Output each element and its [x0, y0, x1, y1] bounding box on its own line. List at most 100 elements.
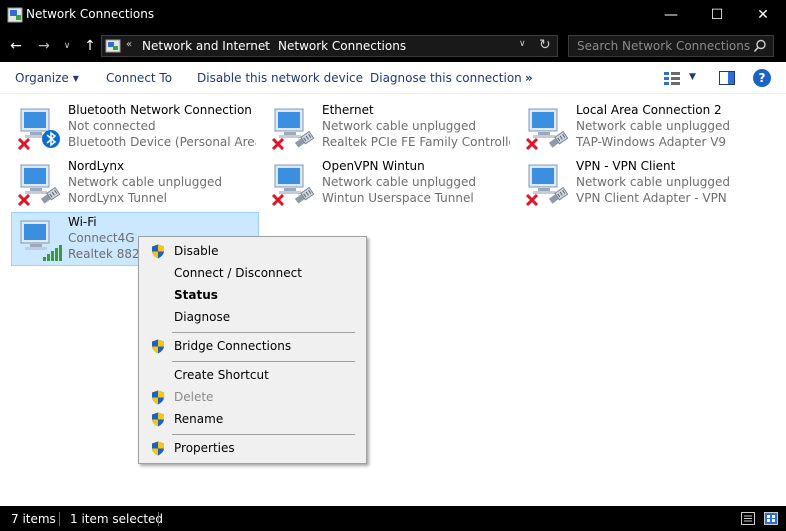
window-title: Network Connections: [26, 7, 155, 21]
connection-item-openvpn-wintun[interactable]: OpenVPN Wintun Network cable unplugged W…: [266, 157, 514, 211]
connection-item-vpn-client[interactable]: VPN - VPN Client Network cable unplugged…: [520, 157, 768, 211]
connection-status: Network cable unplugged: [68, 175, 223, 189]
bluetooth-network-adapter-icon: [17, 108, 60, 151]
connection-name: Bluetooth Network Connection: [68, 103, 252, 117]
maximize-button[interactable]: ☐: [694, 0, 740, 30]
context-menu: Disable Connect / Disconnect Status Diag…: [138, 236, 367, 464]
item-count: 7 items: [11, 512, 56, 526]
connection-item-bluetooth[interactable]: Bluetooth Network Connection Not connect…: [12, 101, 260, 155]
menu-separator: [172, 361, 355, 362]
search-icon[interactable]: [753, 39, 767, 53]
connection-device: Wintun Userspace Tunnel: [322, 191, 474, 205]
search-placeholder: Search Network Connections: [577, 39, 751, 53]
details-view-icon[interactable]: [741, 512, 755, 525]
address-dropdown-icon[interactable]: ∨: [519, 39, 526, 49]
menu-item-disable[interactable]: Disable: [141, 240, 364, 262]
menu-item-label: Disable: [174, 244, 219, 258]
uac-shield-icon: [152, 390, 164, 405]
menu-separator: [172, 332, 355, 333]
connection-status: Network cable unplugged: [576, 119, 731, 133]
connection-name: Local Area Connection 2: [576, 103, 722, 117]
menu-item-label: Create Shortcut: [174, 368, 269, 382]
connections-view: Bluetooth Network Connection Not connect…: [0, 94, 786, 506]
command-bar: Organize ▼ Connect To Disable this networ…: [0, 62, 786, 94]
menu-item-label: Properties: [174, 441, 235, 455]
breadcrumb-separator: ›: [264, 39, 268, 50]
menu-item-delete[interactable]: Delete: [141, 386, 364, 408]
connection-device: Bluetooth Device (Personal Area ...: [68, 135, 256, 149]
uac-shield-icon: [152, 244, 164, 259]
menu-item-label: Bridge Connections: [174, 339, 292, 353]
connection-device: NordLynx Tunnel: [68, 191, 167, 205]
connection-item-ethernet[interactable]: Ethernet Network cable unplugged Realtek…: [266, 101, 514, 155]
menu-item-bridge-connections[interactable]: Bridge Connections: [141, 335, 364, 357]
menu-item-label: Status: [174, 288, 218, 302]
back-button[interactable]: ←: [6, 37, 26, 55]
connection-status: Not connected: [68, 119, 156, 133]
uac-shield-icon: [152, 412, 164, 427]
more-commands-button[interactable]: »: [525, 71, 533, 85]
search-box[interactable]: Search Network Connections: [568, 35, 774, 57]
menu-separator: [172, 434, 355, 435]
selected-count: 1 item selected: [70, 512, 164, 526]
refresh-icon[interactable]: ↻: [539, 37, 551, 53]
menu-item-properties[interactable]: Properties: [141, 437, 364, 459]
menu-item-diagnose[interactable]: Diagnose: [141, 306, 364, 328]
menu-item-label: Diagnose: [174, 310, 231, 324]
menu-item-label: Connect / Disconnect: [174, 266, 302, 280]
connection-status: Network cable unplugged: [322, 175, 477, 189]
preview-pane-icon[interactable]: [719, 71, 735, 85]
change-view-icon[interactable]: [663, 71, 681, 85]
view-options-chevron-icon[interactable]: ▼: [689, 72, 696, 82]
menu-item-rename[interactable]: Rename: [141, 408, 364, 430]
address-bar[interactable]: « Network and Internet › Network Connect…: [101, 35, 558, 57]
up-button[interactable]: ↑: [80, 37, 100, 55]
status-bar: 7 items 1 item selected: [0, 506, 786, 531]
connection-item-nordlynx[interactable]: NordLynx Network cable unplugged NordLyn…: [12, 157, 260, 211]
close-button[interactable]: ✕: [740, 0, 786, 30]
organize-menu[interactable]: Organize ▼: [15, 71, 79, 85]
connection-name: VPN - VPN Client: [576, 159, 676, 173]
uac-shield-icon: [152, 339, 164, 354]
connection-device: TAP-Windows Adapter V9: [576, 135, 727, 149]
navigation-bar: ← → ∨ ↑ « Network and Internet › Network…: [0, 30, 786, 62]
connection-status: Network cable unplugged: [322, 119, 477, 133]
diagnose-connection-button[interactable]: Diagnose this connection: [370, 71, 522, 85]
connection-name: OpenVPN Wintun: [322, 159, 425, 173]
ethernet-adapter-icon: [271, 108, 315, 151]
connection-name: NordLynx: [68, 159, 125, 173]
menu-item-label: Delete: [174, 390, 214, 404]
help-icon[interactable]: ?: [753, 69, 771, 87]
breadcrumb-network-connections[interactable]: Network Connections: [278, 39, 406, 53]
menu-item-label: Rename: [174, 412, 224, 426]
menu-item-status[interactable]: Status: [141, 284, 364, 306]
connect-to-button[interactable]: Connect To: [106, 71, 172, 85]
connection-status: Network cable unplugged: [576, 175, 731, 189]
menu-item-create-shortcut[interactable]: Create Shortcut: [141, 364, 364, 386]
control-panel-icon: [105, 39, 121, 53]
organize-label: Organize: [15, 71, 69, 85]
breadcrumb-network-and-internet[interactable]: Network and Internet: [142, 39, 270, 53]
recent-locations-button[interactable]: ∨: [60, 37, 74, 55]
status-divider: [158, 512, 159, 526]
status-divider: [59, 512, 60, 526]
minimize-button[interactable]: —: [648, 0, 694, 30]
connection-item-local-area-connection-2[interactable]: Local Area Connection 2 Network cable un…: [520, 101, 768, 155]
title-bar: Network Connections — ☐ ✕: [0, 0, 786, 30]
breadcrumb-overflow[interactable]: «: [126, 39, 132, 50]
connection-status: Connect4G: [68, 231, 135, 245]
connection-name: Wi-Fi: [68, 215, 97, 229]
network-connections-app-icon: [7, 7, 23, 23]
ethernet-adapter-icon: [525, 164, 569, 207]
chevron-down-icon: ▼: [72, 74, 79, 83]
ethernet-adapter-icon: [525, 108, 569, 151]
connection-device: VPN Client Adapter - VPN: [576, 191, 727, 205]
ethernet-adapter-icon: [17, 164, 61, 207]
forward-button[interactable]: →: [34, 37, 54, 55]
connection-device: Realtek PCIe FE Family Controller: [322, 135, 510, 149]
uac-shield-icon: [152, 441, 164, 456]
wifi-adapter-icon: [20, 220, 62, 261]
disable-device-button[interactable]: Disable this network device: [197, 71, 363, 85]
large-icons-view-icon[interactable]: [764, 512, 778, 525]
menu-item-connect-disconnect[interactable]: Connect / Disconnect: [141, 262, 364, 284]
